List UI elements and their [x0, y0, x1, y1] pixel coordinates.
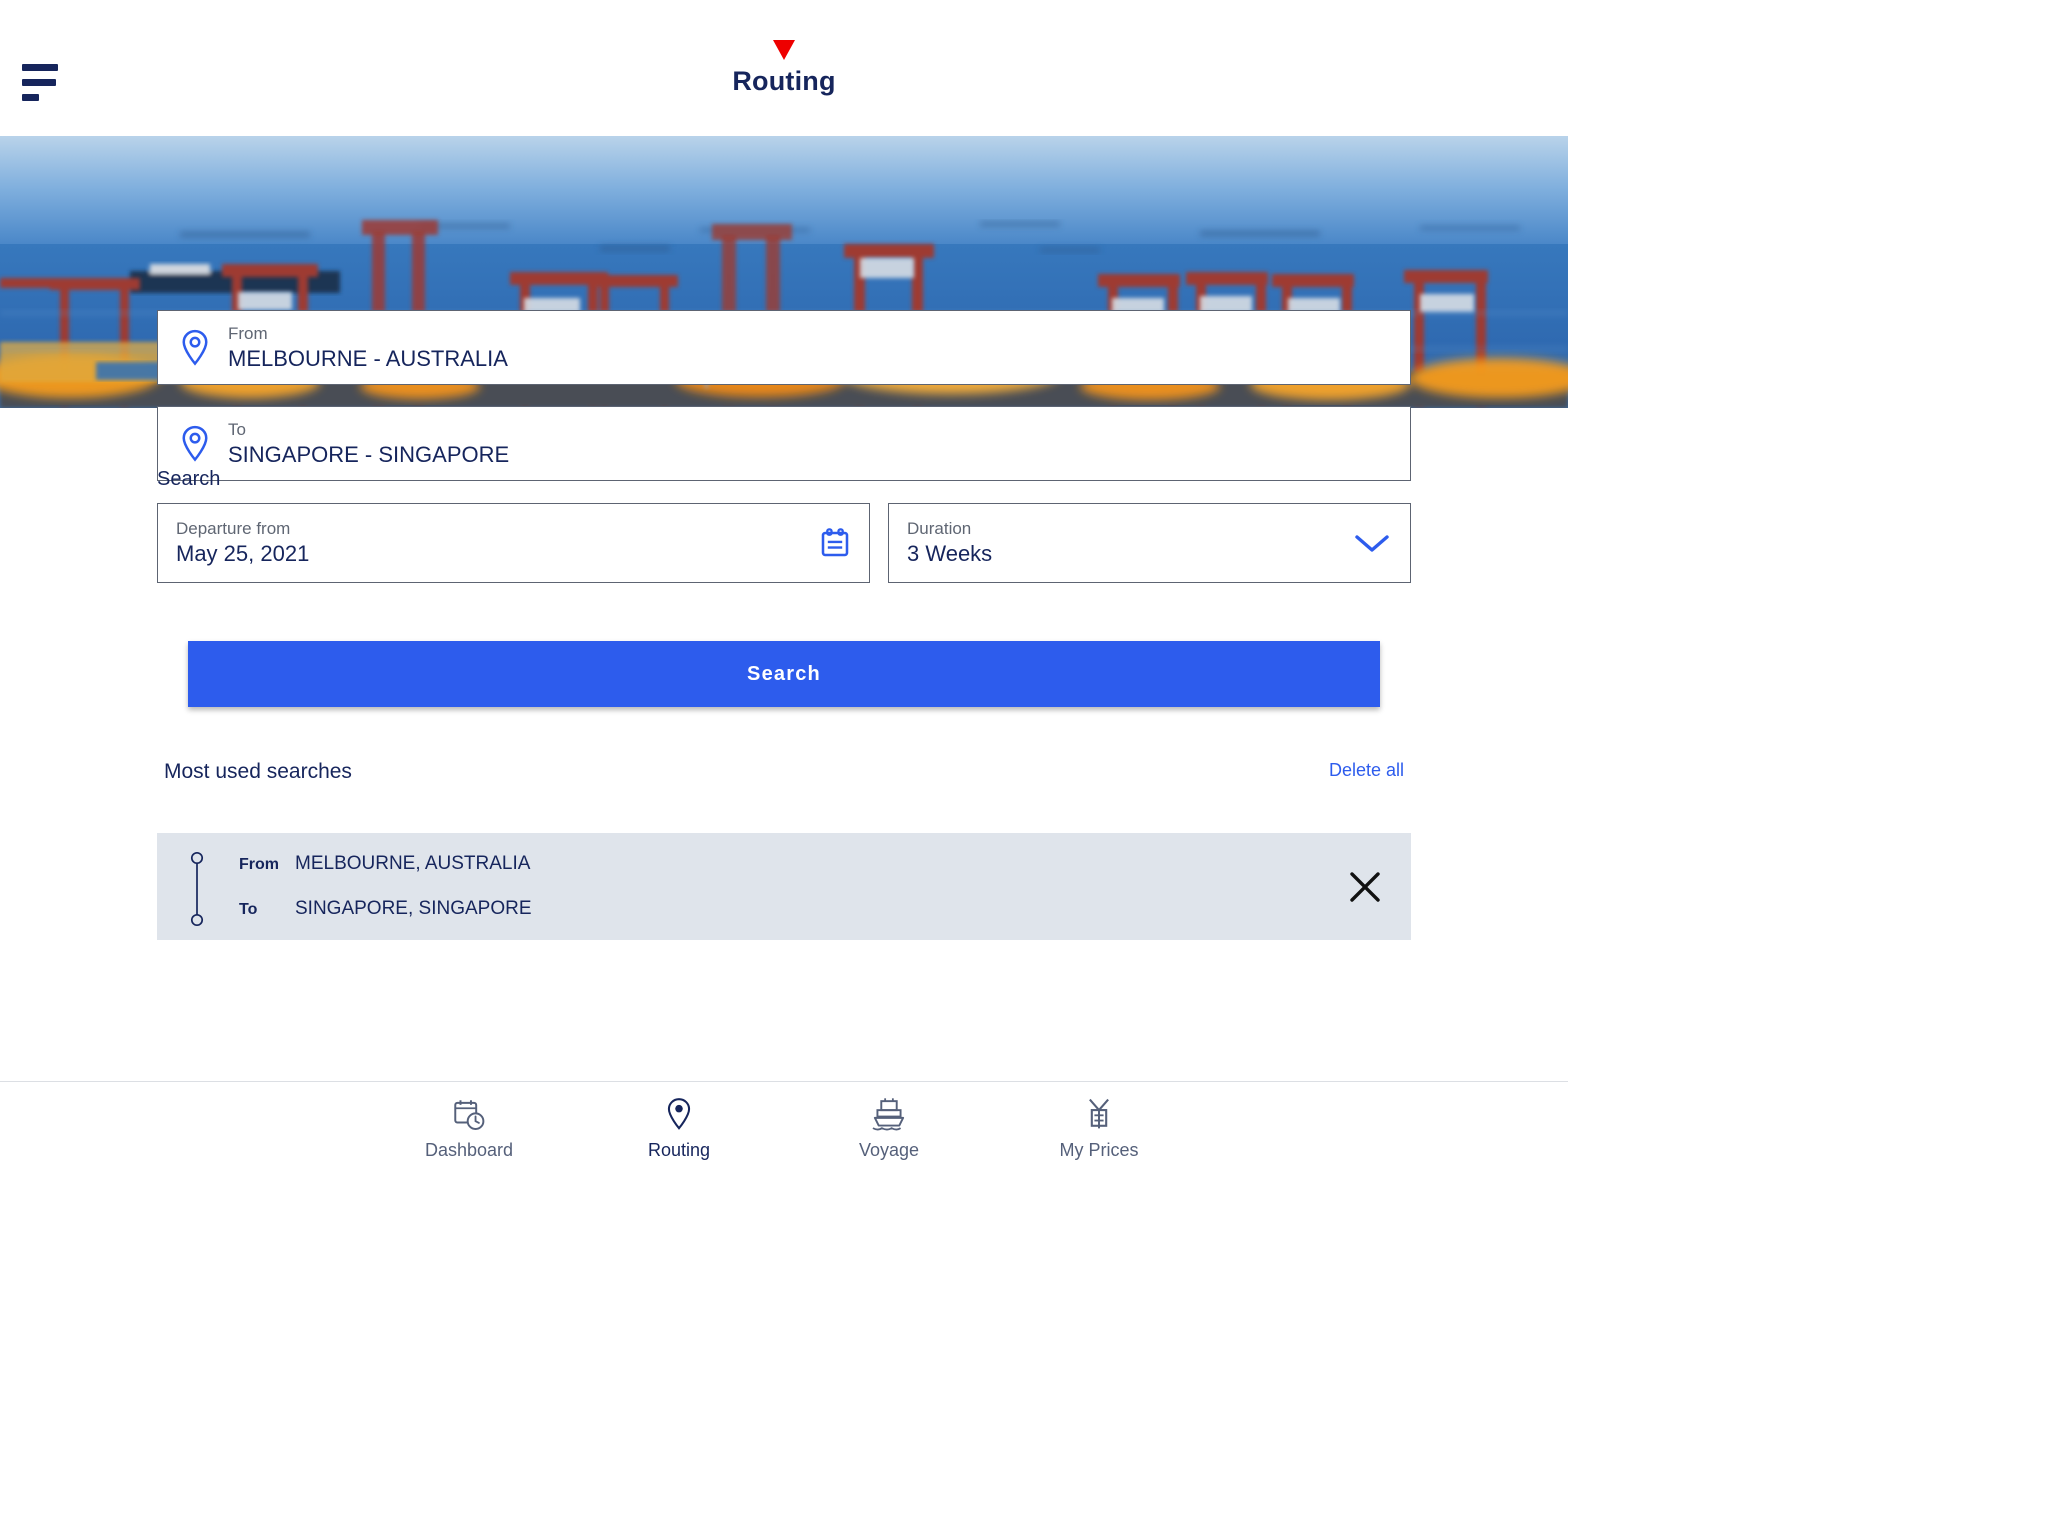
dashboard-calendar-clock-icon	[452, 1097, 486, 1136]
location-pin-icon	[662, 1097, 696, 1136]
nav-item-voyage[interactable]: Voyage	[784, 1097, 994, 1161]
nav-label-dashboard: Dashboard	[424, 1140, 514, 1160]
delete-all-link[interactable]: Delete all	[1329, 760, 1404, 781]
app-header: Routing	[0, 0, 1568, 136]
saved-to-value: SINGAPORE, SINGAPORE	[295, 898, 532, 919]
nav-item-routing[interactable]: Routing	[574, 1097, 784, 1161]
saved-to-key: To	[239, 901, 258, 918]
main-content: From MELBOURNE - AUSTRALIA To SINGAPORE …	[0, 310, 1568, 1081]
app-root: Routing From MELBOURNE - AUSTRALIA To SI…	[0, 0, 1568, 1176]
bottom-navigation: Dashboard Routing Voyage My Prices	[0, 1081, 1568, 1176]
saved-to-line: To SINGAPORE, SINGAPORE	[239, 898, 1319, 920]
route-connector-icon	[187, 851, 239, 926]
nav-label-routing: Routing	[647, 1140, 711, 1160]
nav-label-voyage: Voyage	[858, 1140, 920, 1160]
duration-value: 3 Weeks	[907, 541, 993, 567]
nav-item-my-prices[interactable]: My Prices	[994, 1097, 1204, 1161]
duration-label: Duration	[907, 519, 972, 539]
to-value: SINGAPORE - SINGAPORE	[228, 441, 510, 467]
saved-search-row[interactable]: From MELBOURNE, AUSTRALIA To SINGAPORE, …	[157, 833, 1411, 940]
departure-label: Departure from	[176, 519, 291, 539]
close-x-icon	[1350, 871, 1380, 902]
saved-from-value: MELBOURNE, AUSTRALIA	[295, 853, 531, 874]
location-pin-icon	[180, 425, 228, 463]
to-label: To	[228, 419, 246, 439]
location-pin-icon	[180, 329, 228, 367]
from-value: MELBOURNE - AUSTRALIA	[228, 345, 508, 371]
nav-label-my-prices: My Prices	[1059, 1140, 1139, 1160]
search-button[interactable]: Search	[188, 641, 1380, 707]
saved-from-line: From MELBOURNE, AUSTRALIA	[239, 853, 1319, 875]
chevron-down-icon[interactable]	[1352, 530, 1392, 556]
departure-value: May 25, 2021	[176, 541, 310, 567]
remove-saved-search-button[interactable]	[1319, 870, 1411, 904]
page-title: Routing	[732, 66, 836, 96]
search-section-label: Search	[157, 468, 221, 490]
search-criteria-row: Departure from May 25, 2021 Duration 3 W…	[157, 503, 1411, 583]
duration-field[interactable]: Duration 3 Weeks	[888, 503, 1411, 583]
departure-date-field[interactable]: Departure from May 25, 2021	[157, 503, 870, 583]
from-label: From	[228, 323, 268, 343]
calendar-icon[interactable]	[817, 527, 851, 559]
saved-from-key: From	[239, 856, 279, 873]
from-field[interactable]: From MELBOURNE - AUSTRALIA	[157, 310, 1411, 385]
most-used-searches-title: Most used searches	[164, 760, 352, 783]
nav-item-dashboard[interactable]: Dashboard	[364, 1097, 574, 1161]
location-fields: From MELBOURNE - AUSTRALIA To SINGAPORE …	[157, 310, 1411, 502]
red-triangle-marker-icon	[773, 40, 795, 60]
price-tag-icon	[1082, 1097, 1116, 1136]
to-field[interactable]: To SINGAPORE - SINGAPORE	[157, 406, 1411, 481]
header-title-block: Routing	[0, 40, 1568, 97]
ship-icon	[871, 1097, 907, 1136]
